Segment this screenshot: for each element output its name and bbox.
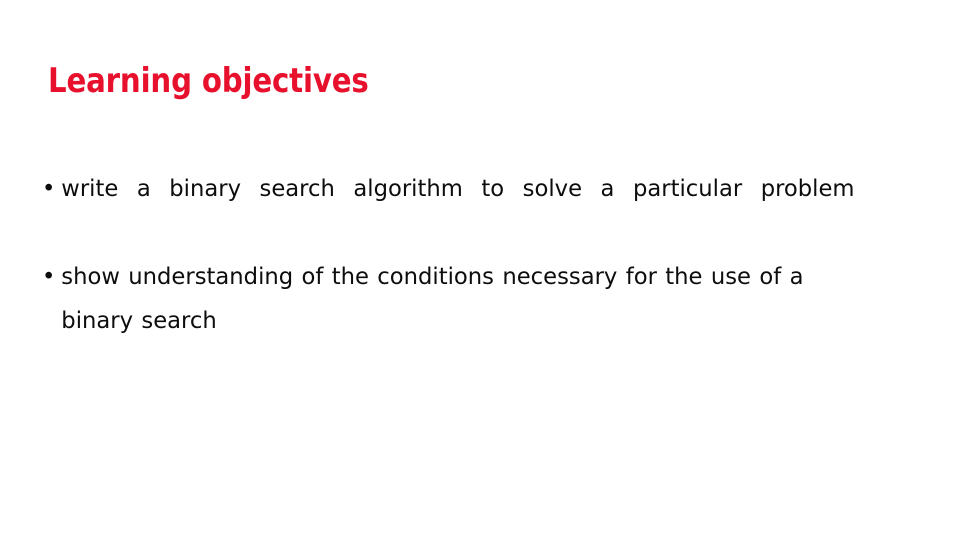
content-body: • write a binary search algorithm to sol… bbox=[42, 166, 884, 342]
list-item-label: write a binary search algorithm to solve… bbox=[61, 174, 855, 202]
page-title: Learning objectives bbox=[48, 61, 369, 101]
list-item: • write a binary search algorithm to sol… bbox=[42, 166, 855, 254]
list-item-label: show understanding of the conditions nec… bbox=[61, 262, 804, 334]
slide-canvas: Learning objectives • write a binary sea… bbox=[0, 0, 960, 540]
objectives-list: • write a binary search algorithm to sol… bbox=[42, 166, 884, 342]
bullet-point-icon: • bbox=[42, 174, 56, 202]
bullet-point-icon: • bbox=[42, 262, 56, 290]
list-item: • show understanding of the conditions n… bbox=[42, 254, 855, 342]
